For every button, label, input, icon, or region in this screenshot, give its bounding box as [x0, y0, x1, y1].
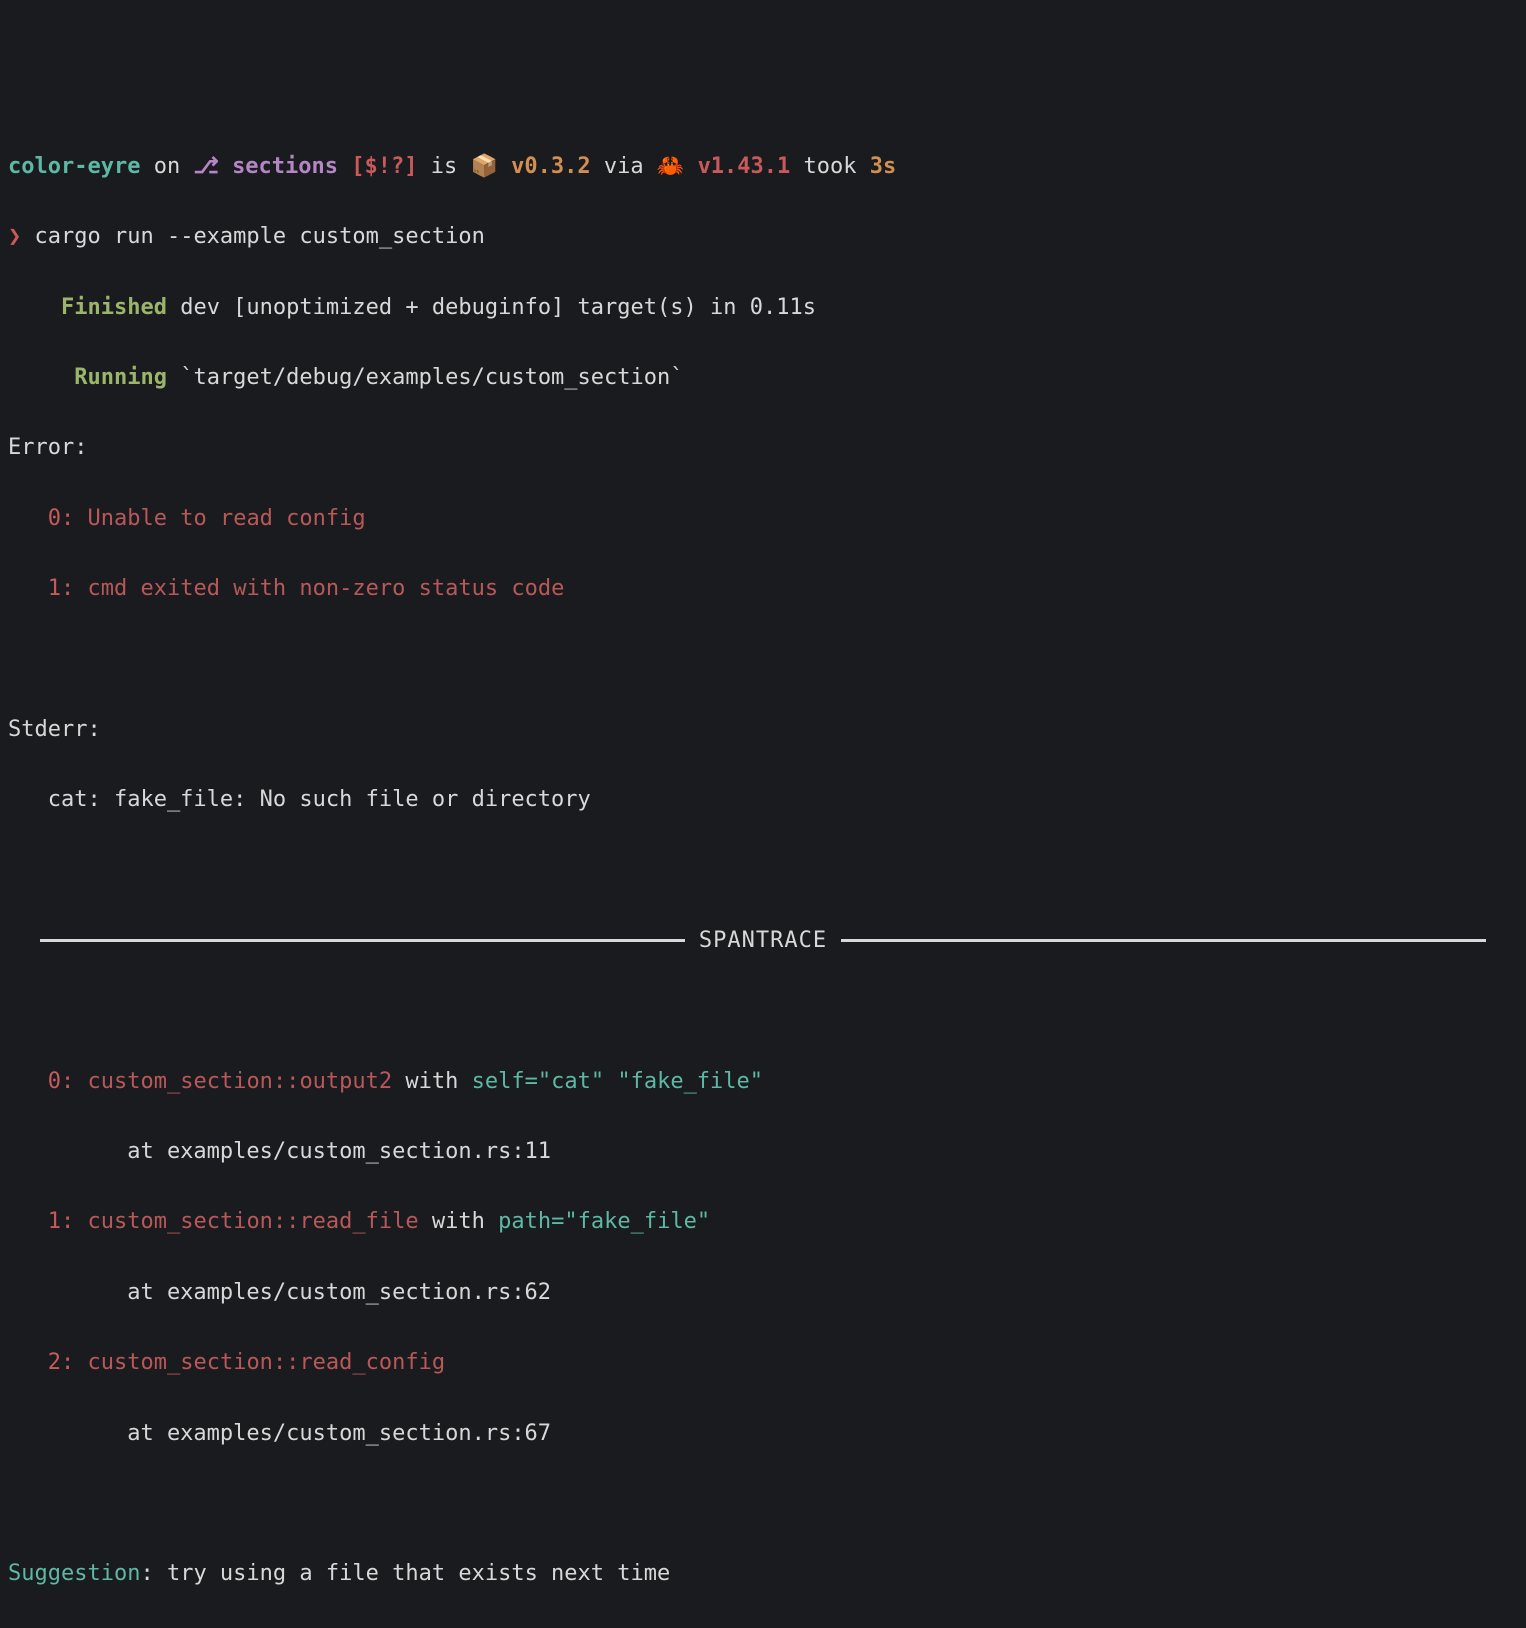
- divider-line-left: [40, 939, 685, 942]
- prompt-line-2[interactable]: ❯ cargo run --example custom_section: [8, 219, 1518, 254]
- suggestion-label: Suggestion: [8, 1561, 140, 1586]
- cargo-finished: Finished dev [unoptimized + debuginfo] t…: [8, 290, 1518, 325]
- blank-line: [8, 993, 1518, 1028]
- package-version: v0.3.2: [511, 154, 590, 179]
- error-index: 1:: [48, 576, 75, 601]
- spantrace-divider: SPANTRACE: [8, 923, 1518, 958]
- stderr-header: Stderr:: [8, 712, 1518, 747]
- trace-frame: 1: custom_section::read_file with path="…: [8, 1204, 1518, 1239]
- trace-kv: path="fake_file": [498, 1209, 710, 1234]
- took-label: took: [804, 154, 857, 179]
- rust-icon: 🦀: [657, 154, 684, 179]
- cargo-running: Running `target/debug/examples/custom_se…: [8, 360, 1518, 395]
- error-item: 0: Unable to read config: [8, 501, 1518, 536]
- trace-module: custom_section: [88, 1209, 273, 1234]
- vcs-status: [$!?]: [351, 154, 417, 179]
- trace-index: 1:: [48, 1209, 75, 1234]
- divider-label: SPANTRACE: [685, 923, 841, 958]
- error-item: 1: cmd exited with non-zero status code: [8, 571, 1518, 606]
- trace-frame: 0: custom_section::output2 with self="ca…: [8, 1064, 1518, 1099]
- divider-line-right: [841, 939, 1486, 942]
- stderr-body: cat: fake_file: No such file or director…: [8, 782, 1518, 817]
- trace-at: at examples/custom_section.rs:62: [8, 1275, 1518, 1310]
- on-label: on: [154, 154, 181, 179]
- trace-module: custom_section: [88, 1069, 273, 1094]
- error-index: 0:: [48, 506, 75, 531]
- duration: 3s: [870, 154, 897, 179]
- running-label: Running: [74, 365, 167, 390]
- error-msg: cmd exited with non-zero status code: [88, 576, 565, 601]
- trace-frame: 2: custom_section::read_config: [8, 1345, 1518, 1380]
- trace-at: at examples/custom_section.rs:11: [8, 1134, 1518, 1169]
- branch-name: sections: [232, 154, 338, 179]
- rust-version: v1.43.1: [698, 154, 791, 179]
- trace-function: read_config: [299, 1350, 445, 1375]
- running-rest: `target/debug/examples/custom_section`: [167, 365, 684, 390]
- is-label: is: [431, 154, 458, 179]
- trace-kv: self="cat": [472, 1069, 604, 1094]
- command-text: cargo run --example custom_section: [35, 224, 485, 249]
- prompt-line-1: color-eyre on ⎇ sections [$!?] is 📦 v0.3…: [8, 149, 1518, 184]
- trace-function: output2: [299, 1069, 392, 1094]
- finished-label: Finished: [61, 295, 167, 320]
- finished-rest: dev [unoptimized + debuginfo] target(s) …: [167, 295, 816, 320]
- error-header: Error:: [8, 430, 1518, 465]
- package-icon: 📦: [471, 154, 498, 179]
- trace-function: read_file: [299, 1209, 418, 1234]
- branch-icon: ⎇: [193, 154, 218, 179]
- blank-line: [8, 1486, 1518, 1521]
- suggestion-line: Suggestion: try using a file that exists…: [8, 1556, 1518, 1591]
- via-label: via: [604, 154, 644, 179]
- blank-line: [8, 641, 1518, 676]
- trace-index: 0:: [48, 1069, 75, 1094]
- error-msg: Unable to read config: [88, 506, 366, 531]
- trace-at: at examples/custom_section.rs:67: [8, 1416, 1518, 1451]
- project-name: color-eyre: [8, 154, 140, 179]
- blank-line: [8, 853, 1518, 888]
- suggestion-body: try using a file that exists next time: [167, 1561, 670, 1586]
- trace-index: 2:: [48, 1350, 75, 1375]
- prompt-caret: ❯: [8, 224, 21, 249]
- trace-module: custom_section: [88, 1350, 273, 1375]
